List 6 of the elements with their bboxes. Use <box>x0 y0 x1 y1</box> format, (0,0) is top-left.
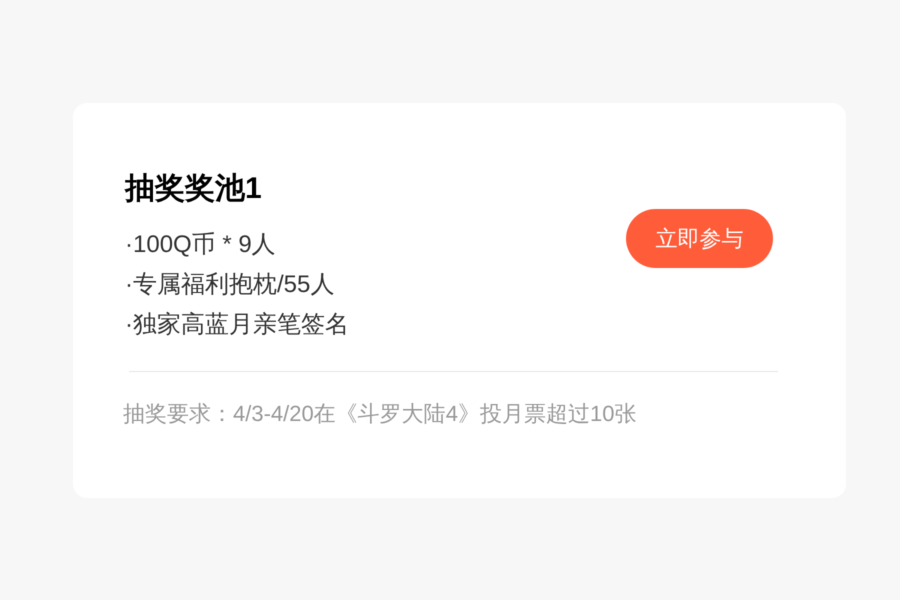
prize-item: ·独家高蓝月亲笔签名 <box>125 310 349 340</box>
prize-item: ·专属福利抱枕/55人 <box>125 270 336 300</box>
pool-title: 抽奖奖池1 <box>125 171 263 207</box>
prize-item: ·100Q币 * 9人 <box>125 230 277 260</box>
requirement-text: 抽奖要求：4/3-4/20在《斗罗大陆4》投月票超过10张 <box>123 400 638 428</box>
join-button[interactable]: 立即参与 <box>626 209 773 268</box>
